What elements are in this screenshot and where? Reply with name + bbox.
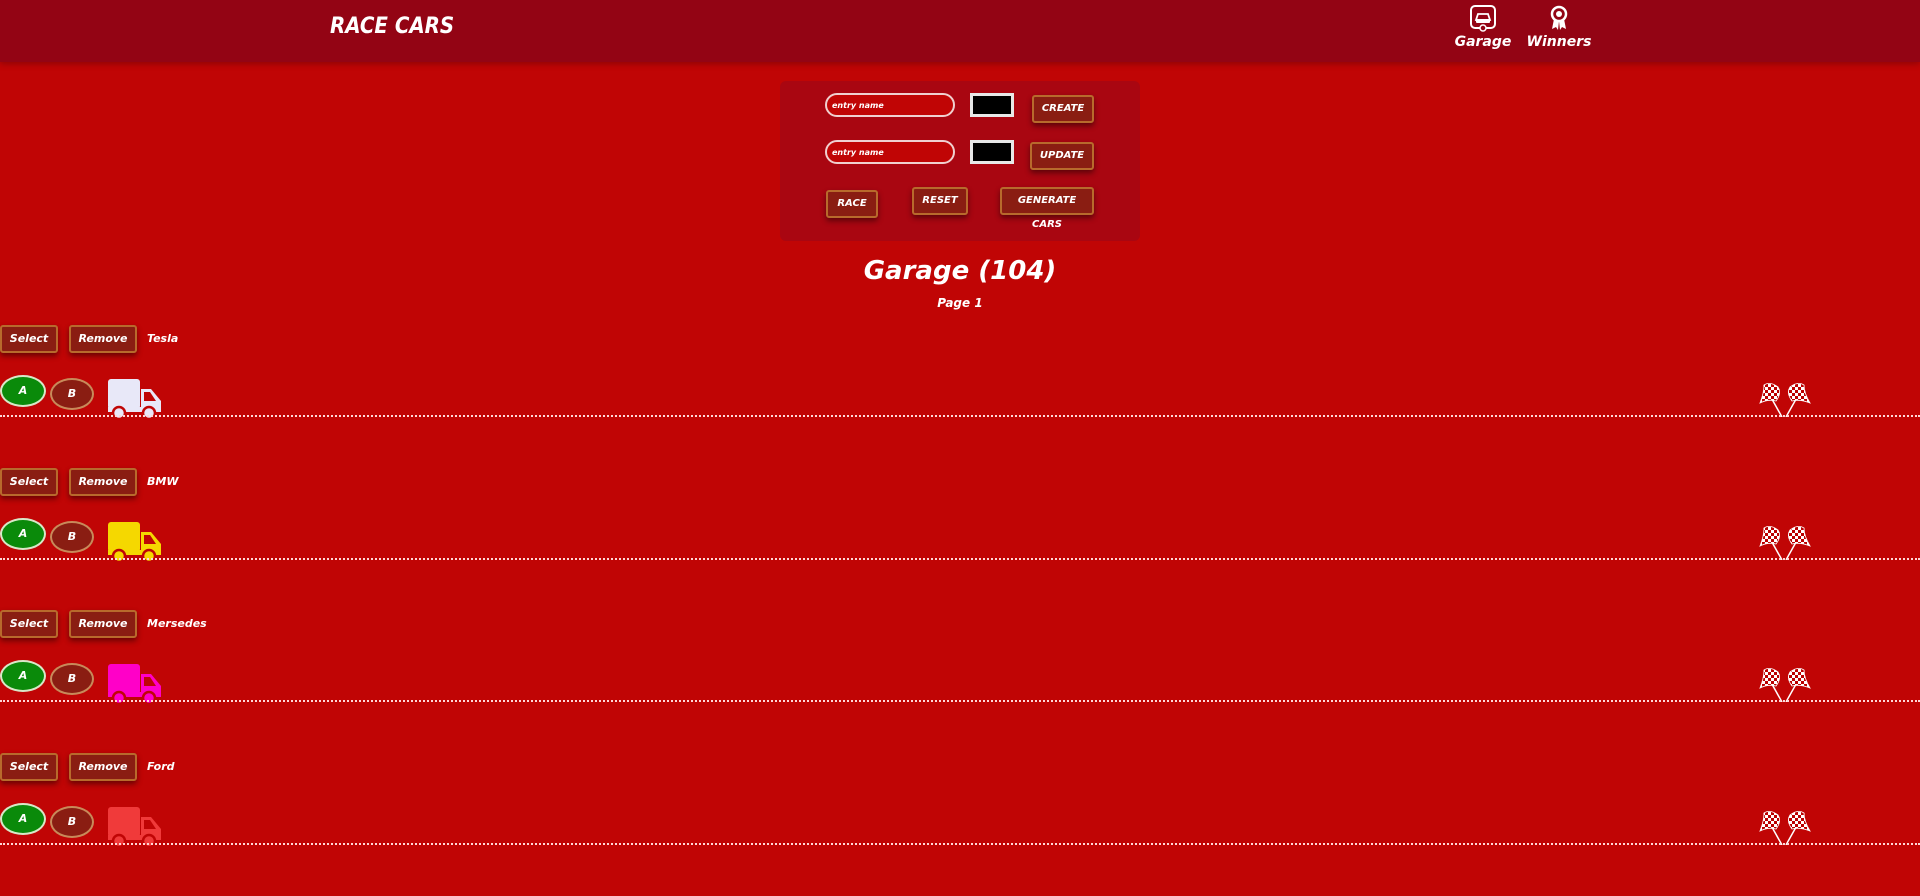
- track-line: [0, 558, 1920, 560]
- stop-engine-button[interactable]: B: [50, 806, 94, 838]
- garage-title: Garage (104): [863, 256, 1057, 286]
- app-logo[interactable]: RACE CARS: [330, 14, 454, 39]
- checkered-flags-icon: [1759, 526, 1811, 561]
- car-row: Select Remove Tesla A B: [0, 325, 1920, 468]
- race-button[interactable]: RACE: [826, 190, 878, 218]
- checkered-flags-icon: [1759, 383, 1811, 418]
- create-color-picker[interactable]: [970, 93, 1014, 117]
- car-row: Select Remove Ford A B: [0, 753, 1920, 896]
- select-car-button[interactable]: Select: [0, 325, 58, 353]
- nav-garage-label: Garage: [1454, 34, 1512, 50]
- car-name: Ford: [147, 760, 175, 773]
- remove-car-button[interactable]: Remove: [69, 468, 137, 496]
- update-name-input[interactable]: [825, 140, 955, 164]
- start-engine-button[interactable]: A: [0, 375, 46, 407]
- car-name: Tesla: [147, 332, 179, 345]
- track-line: [0, 700, 1920, 702]
- remove-car-button[interactable]: Remove: [69, 325, 137, 353]
- car-name: Mersedes: [147, 617, 207, 630]
- update-color-picker[interactable]: [970, 140, 1014, 164]
- remove-car-button[interactable]: Remove: [69, 753, 137, 781]
- nav-winners-label: Winners: [1526, 34, 1592, 50]
- track-line: [0, 843, 1920, 845]
- checkered-flags-icon: [1759, 811, 1811, 846]
- remove-car-button[interactable]: Remove: [69, 610, 137, 638]
- stop-engine-button[interactable]: B: [50, 663, 94, 695]
- car-icon-wrap: [107, 805, 163, 853]
- award-icon: [1550, 5, 1568, 30]
- nav-garage[interactable]: Garage: [1448, 4, 1518, 50]
- car-icon-wrap: [107, 520, 163, 568]
- car-row: Select Remove BMW A B: [0, 468, 1920, 611]
- create-name-input[interactable]: [825, 93, 955, 117]
- select-car-button[interactable]: Select: [0, 468, 58, 496]
- start-engine-button[interactable]: A: [0, 518, 46, 550]
- stop-engine-button[interactable]: B: [50, 521, 94, 553]
- page-number: Page 1: [937, 296, 983, 310]
- top-header: RACE CARS Garage Winners: [0, 0, 1920, 62]
- select-car-button[interactable]: Select: [0, 753, 58, 781]
- nav-winners[interactable]: Winners: [1524, 4, 1594, 50]
- update-button[interactable]: UPDATE: [1030, 142, 1094, 170]
- start-engine-button[interactable]: A: [0, 803, 46, 835]
- car-row: Select Remove Mersedes A B: [0, 610, 1920, 753]
- car-icon-wrap: [107, 377, 163, 425]
- stop-engine-button[interactable]: B: [50, 378, 94, 410]
- start-engine-button[interactable]: A: [0, 660, 46, 692]
- track-line: [0, 415, 1920, 417]
- car-icon-wrap: [107, 662, 163, 710]
- checkered-flags-icon: [1759, 668, 1811, 703]
- generate-cars-button[interactable]: GENERATE CARS: [1000, 187, 1094, 230]
- garage-icon: [1470, 5, 1496, 32]
- create-button[interactable]: CREATE: [1032, 95, 1094, 123]
- select-car-button[interactable]: Select: [0, 610, 58, 638]
- reset-button[interactable]: RESET: [912, 187, 968, 215]
- car-name: BMW: [147, 475, 179, 488]
- control-panel: CREATE UPDATE RACE RESET GENERATE CARS: [780, 81, 1140, 241]
